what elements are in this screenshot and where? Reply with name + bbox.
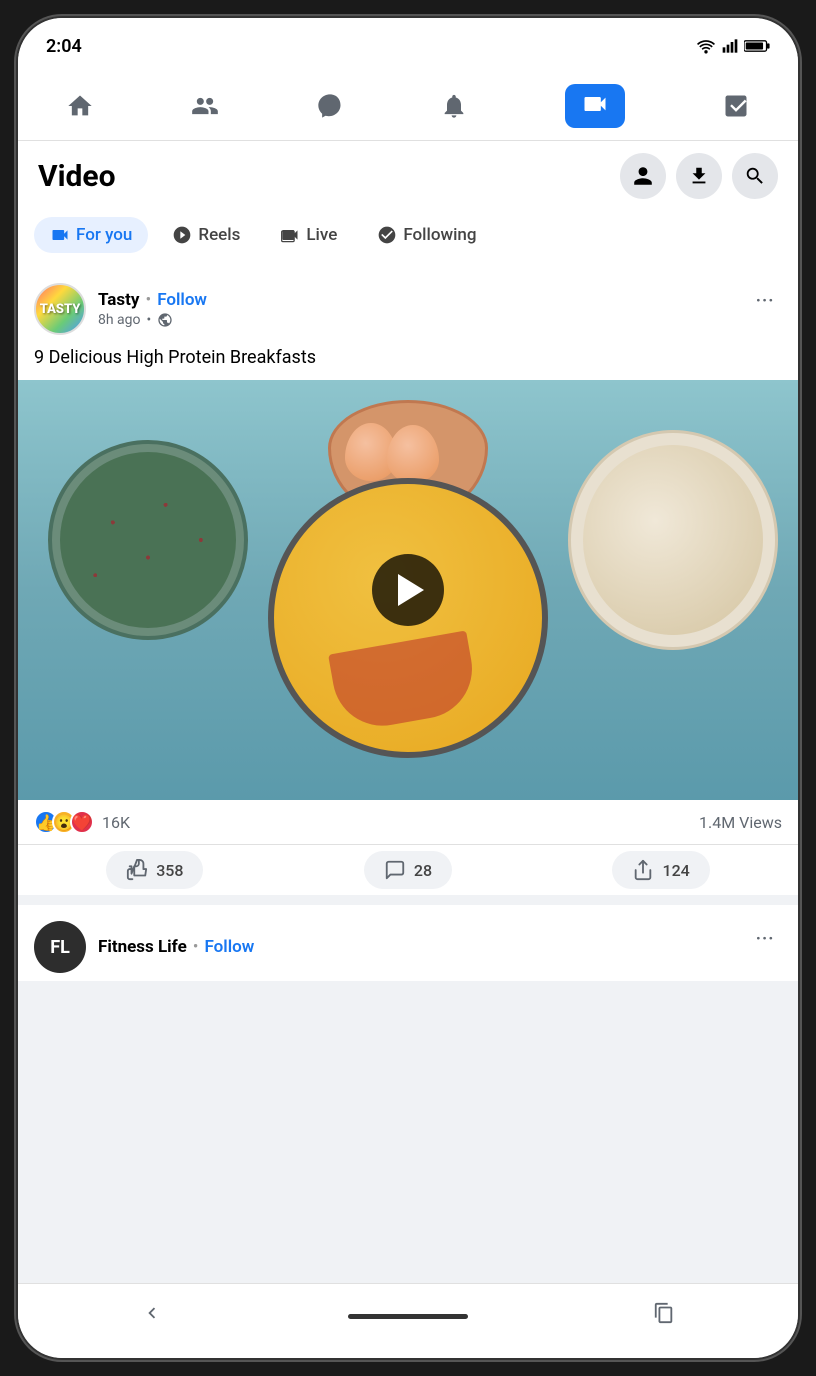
views-count: 1.4M Views xyxy=(699,813,782,832)
nav-item-video[interactable] xyxy=(545,76,645,136)
search-icon xyxy=(744,165,766,187)
tab-live[interactable]: Live xyxy=(264,217,353,253)
egg-2 xyxy=(387,425,439,483)
share-count: 124 xyxy=(662,861,689,880)
play-button[interactable] xyxy=(372,554,444,626)
tab-reels-label: Reels xyxy=(198,225,240,245)
avatar-tasty-text: TASTY xyxy=(40,302,81,317)
signal-icon xyxy=(722,38,738,54)
nav-item-friends[interactable] xyxy=(171,84,239,128)
video-thumbnail-1[interactable] xyxy=(18,380,798,800)
like-icon xyxy=(126,859,148,881)
bottom-bar xyxy=(18,1283,798,1358)
phone-frame: 2:04 xyxy=(18,18,798,1358)
following-icon xyxy=(377,225,397,245)
home-icon xyxy=(66,92,94,120)
video-icon xyxy=(581,90,609,118)
time-ago: 8h ago xyxy=(98,312,141,328)
status-bar: 2:04 xyxy=(18,18,798,68)
nav-item-notifications[interactable] xyxy=(420,84,488,128)
post-card-2: FL Fitness Life • Follow ··· xyxy=(18,905,798,981)
author-name-row: Tasty • Follow xyxy=(98,290,207,310)
post-card-1: TASTY Tasty • Follow 8h ago • xyxy=(18,267,798,895)
author-name-2[interactable]: Fitness Life xyxy=(98,937,187,957)
tab-following[interactable]: Following xyxy=(361,217,492,253)
post-author-info-2: FL Fitness Life • Follow xyxy=(34,921,254,973)
live-icon xyxy=(280,225,300,245)
post-title-1: 9 Delicious High Protein Breakfasts xyxy=(18,343,798,380)
reactions-left: 👍 😮 ❤️ 16K xyxy=(34,810,130,834)
meta-dot: • xyxy=(147,312,152,328)
tab-reels[interactable]: Reels xyxy=(156,217,256,253)
marketplace-icon xyxy=(722,92,750,120)
status-time: 2:04 xyxy=(46,36,82,57)
comment-count: 28 xyxy=(414,861,432,880)
follow-button-fitness[interactable]: Follow xyxy=(205,937,255,957)
author-details-2: Fitness Life • Follow xyxy=(98,937,254,957)
share-icon xyxy=(632,859,654,881)
back-icon xyxy=(141,1302,163,1324)
reaction-count: 16K xyxy=(102,813,130,832)
like-action-button[interactable]: 358 xyxy=(106,851,203,889)
rotate-icon xyxy=(653,1302,675,1324)
author-name-row-2: Fitness Life • Follow xyxy=(98,937,254,957)
comment-action-button[interactable]: 28 xyxy=(364,851,452,889)
avatar-tasty[interactable]: TASTY xyxy=(34,283,86,335)
tab-live-label: Live xyxy=(306,225,337,245)
wifi-icon xyxy=(696,38,716,54)
for-you-icon xyxy=(50,225,70,245)
reaction-emojis: 👍 😮 ❤️ xyxy=(34,810,94,834)
avatar-fitness-text: FL xyxy=(50,937,70,958)
tab-for-you-label: For you xyxy=(76,225,132,245)
battery-icon xyxy=(744,39,770,53)
tab-for-you[interactable]: For you xyxy=(34,217,148,253)
rotate-button[interactable] xyxy=(633,1294,695,1338)
tab-following-label: Following xyxy=(403,225,476,245)
nav-bar xyxy=(18,68,798,141)
search-button[interactable] xyxy=(732,153,778,199)
profile-button[interactable] xyxy=(620,153,666,199)
back-button[interactable] xyxy=(121,1294,183,1338)
nav-item-messenger[interactable] xyxy=(296,84,364,128)
crumbs-bowl xyxy=(568,430,778,650)
post-header-1: TASTY Tasty • Follow 8h ago • xyxy=(18,267,798,343)
messenger-icon xyxy=(316,92,344,120)
reaction-love: ❤️ xyxy=(70,810,94,834)
profile-icon xyxy=(632,165,654,187)
avatar-fitness[interactable]: FL xyxy=(34,921,86,973)
post-header-2: FL Fitness Life • Follow ··· xyxy=(18,905,798,981)
video-nav-wrap xyxy=(565,84,625,128)
more-options-button-2[interactable]: ··· xyxy=(747,921,782,957)
herbs-bowl xyxy=(48,440,248,640)
post-meta-1: 8h ago • xyxy=(98,312,207,328)
page-title: Video xyxy=(38,159,116,194)
reactions-row: 👍 😮 ❤️ 16K 1.4M Views xyxy=(18,800,798,845)
download-button[interactable] xyxy=(676,153,722,199)
notifications-icon xyxy=(440,92,468,120)
more-options-button[interactable]: ··· xyxy=(747,283,782,319)
author-details: Tasty • Follow 8h ago • xyxy=(98,290,207,328)
header-actions xyxy=(620,153,778,199)
dot-separator: • xyxy=(145,290,151,310)
follow-button-tasty[interactable]: Follow xyxy=(157,290,207,310)
content-area: TASTY Tasty • Follow 8h ago • xyxy=(18,267,798,1283)
post-author-info-1: TASTY Tasty • Follow 8h ago • xyxy=(34,283,207,335)
download-icon xyxy=(688,165,710,187)
home-indicator[interactable] xyxy=(348,1314,468,1319)
action-row-1: 358 28 124 xyxy=(18,845,798,895)
globe-icon xyxy=(157,312,173,328)
author-name[interactable]: Tasty xyxy=(98,290,139,310)
nav-item-marketplace[interactable] xyxy=(702,84,770,128)
like-count: 358 xyxy=(156,861,183,880)
tab-bar: For you Reels Live Following xyxy=(18,209,798,267)
nav-item-home[interactable] xyxy=(46,84,114,128)
friends-icon xyxy=(191,92,219,120)
reels-icon xyxy=(172,225,192,245)
status-icons xyxy=(696,38,770,54)
share-action-button[interactable]: 124 xyxy=(612,851,709,889)
comment-icon xyxy=(384,859,406,881)
page-header: Video xyxy=(18,141,798,209)
